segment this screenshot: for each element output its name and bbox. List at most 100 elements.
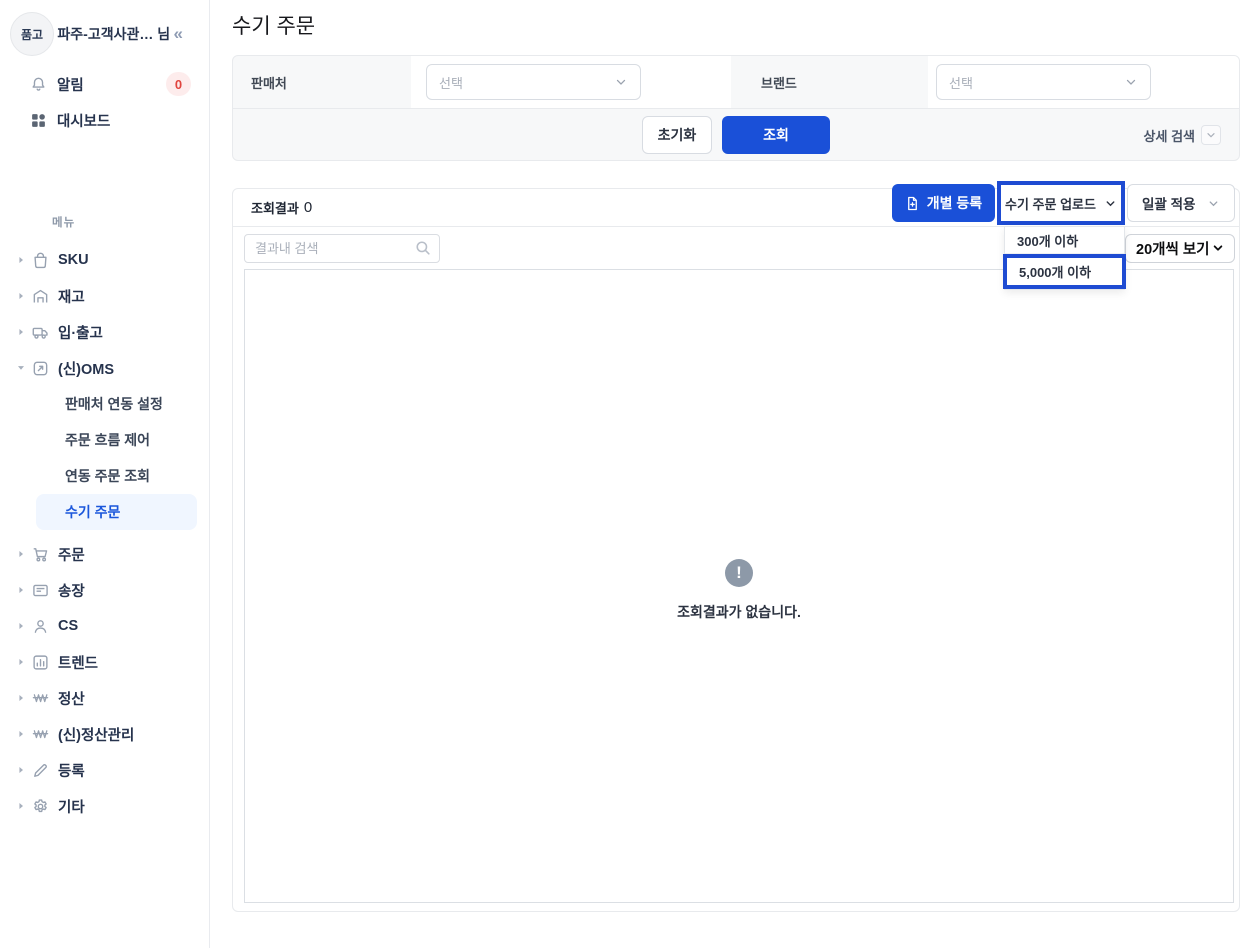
brand-select[interactable]: 선택 xyxy=(936,64,1151,100)
results-actions: 개별 등록 수기 주문 업로드 일괄 적용 xyxy=(892,181,1235,225)
individual-register-label: 개별 등록 xyxy=(926,195,983,211)
caret-right-icon xyxy=(14,585,28,595)
menu-section-label: 메뉴 xyxy=(52,217,76,229)
notifications-label: 알림 xyxy=(57,77,84,94)
sidebar-item-notifications[interactable]: 알림 0 xyxy=(0,66,209,102)
caret-right-icon xyxy=(14,693,28,703)
sidebar-item-invoice[interactable]: 송장 xyxy=(0,572,209,608)
sidebar-item-settlement[interactable]: 정산 xyxy=(0,680,209,716)
sidebar-item-label: 기타 xyxy=(58,799,85,816)
won-icon xyxy=(31,726,49,743)
results-table-area: ! 조회결과가 없습니다. xyxy=(244,269,1234,903)
link-icon xyxy=(31,360,49,377)
sidebar-subitem-manual-order[interactable]: 수기 주문 xyxy=(36,494,197,530)
sidebar-subitem-seller-sync[interactable]: 판매처 연동 설정 xyxy=(36,386,197,422)
filter-actions-row: 초기화 조회 상세 검색 xyxy=(233,108,1239,160)
sidebar-item-cs[interactable]: CS xyxy=(0,608,209,644)
person-icon xyxy=(31,618,49,635)
caret-right-icon xyxy=(14,765,28,775)
empty-results-message: 조회결과가 없습니다. xyxy=(677,604,801,620)
avatar[interactable]: 품고 xyxy=(10,12,54,56)
caret-down-icon xyxy=(14,363,28,373)
oms-submenu: 판매처 연동 설정 주문 흐름 제어 연동 주문 조회 수기 주문 xyxy=(0,386,209,530)
warehouse-icon xyxy=(31,288,49,305)
seller-select-value: 선택 xyxy=(439,75,463,91)
advanced-search-toggle[interactable]: 상세 검색 xyxy=(1144,109,1221,160)
notification-badge: 0 xyxy=(166,72,191,96)
chevron-down-icon xyxy=(1104,197,1117,210)
caret-right-icon xyxy=(14,801,28,811)
chevron-down-icon xyxy=(1201,125,1221,145)
caret-right-icon xyxy=(14,549,28,559)
caret-right-icon xyxy=(14,621,28,631)
sidebar-item-sku[interactable]: SKU xyxy=(0,242,209,278)
chevron-down-icon xyxy=(1124,75,1138,89)
sidebar-item-label: 재고 xyxy=(58,289,85,306)
exclamation-icon: ! xyxy=(725,559,753,587)
page-size-value: 20개씩 보기 xyxy=(1136,241,1210,258)
brand-select-value: 선택 xyxy=(949,75,973,91)
search-icon xyxy=(414,239,432,257)
sidebar-item-orders[interactable]: 주문 xyxy=(0,536,209,572)
sidebar-item-dashboard[interactable]: 대시보드 xyxy=(0,102,209,138)
bell-icon xyxy=(30,76,47,93)
search-button[interactable]: 조회 xyxy=(722,115,830,154)
invoice-icon xyxy=(31,582,49,599)
chevron-down-icon xyxy=(1207,197,1220,210)
results-count-label: 조회결과 xyxy=(251,201,299,216)
results-count-value: 0 xyxy=(303,199,313,216)
sidebar-item-settlement-new[interactable]: (신)정산관리 xyxy=(0,716,209,752)
upload-option-300[interactable]: 300개 이하 xyxy=(1005,227,1124,254)
page-title: 수기 주문 xyxy=(232,15,316,38)
manual-order-upload-button[interactable]: 수기 주문 업로드 xyxy=(1001,185,1121,221)
caret-right-icon xyxy=(14,657,28,667)
results-header: 조회결과 0 개별 등록 수기 주문 업로드 일괄 적용 xyxy=(233,181,1239,227)
individual-register-button[interactable]: 개별 등록 xyxy=(892,184,995,222)
sidebar-collapse-icon[interactable]: « xyxy=(174,24,183,44)
filter-row: 판매처 선택 브랜드 선택 xyxy=(233,56,1239,108)
chevron-down-icon xyxy=(1212,242,1224,254)
annotation-box-upload: 수기 주문 업로드 xyxy=(997,181,1125,225)
sidebar-item-oms[interactable]: (신)OMS xyxy=(0,350,209,386)
reset-button[interactable]: 초기화 xyxy=(642,115,712,154)
results-panel: 조회결과 0 개별 등록 수기 주문 업로드 일괄 적용 300개 이하 5,0… xyxy=(232,181,1240,912)
sidebar-item-etc[interactable]: 기타 xyxy=(0,788,209,824)
bulk-apply-button[interactable]: 일괄 적용 xyxy=(1127,184,1235,222)
sidebar-subitem-linked-orders[interactable]: 연동 주문 조회 xyxy=(36,458,197,494)
caret-right-icon xyxy=(14,291,28,301)
sidebar-item-inventory[interactable]: 재고 xyxy=(0,278,209,314)
pencil-icon xyxy=(31,762,49,779)
gear-icon xyxy=(31,798,49,815)
upload-button-label: 수기 주문 업로드 xyxy=(1005,196,1096,212)
sidebar-item-label: 송장 xyxy=(58,583,85,600)
upload-dropdown-menu: 300개 이하 5,000개 이하 xyxy=(1003,226,1126,290)
chart-icon xyxy=(31,654,49,671)
dashboard-label: 대시보드 xyxy=(57,113,111,130)
seller-filter-label: 판매처 xyxy=(251,75,287,91)
seller-select[interactable]: 선택 xyxy=(426,64,641,100)
results-search xyxy=(244,233,440,263)
filter-panel: 판매처 선택 브랜드 선택 초기화 조회 상세 검색 xyxy=(232,55,1240,161)
truck-icon xyxy=(31,324,49,341)
sidebar-item-label: 정산 xyxy=(58,691,85,708)
sidebar-item-label: 주문 xyxy=(58,547,85,564)
sidebar: 품고 파주-고객사관… 님 « 알림 0 대시보드 메뉴 SKU 재고 입·출고 xyxy=(0,0,210,948)
caret-right-icon xyxy=(14,729,28,739)
results-search-input[interactable] xyxy=(244,233,440,263)
annotation-box-5000: 5,000개 이하 xyxy=(1003,254,1126,289)
bag-icon xyxy=(31,252,49,269)
caret-right-icon xyxy=(14,255,28,265)
sidebar-subitem-order-flow[interactable]: 주문 흐름 제어 xyxy=(36,422,197,458)
upload-option-5000[interactable]: 5,000개 이하 xyxy=(1007,258,1122,285)
sidebar-item-inbound-outbound[interactable]: 입·출고 xyxy=(0,314,209,350)
bulk-apply-label: 일괄 적용 xyxy=(1142,197,1196,212)
chevron-down-icon xyxy=(614,75,628,89)
sidebar-item-label: (신)정산관리 xyxy=(58,727,135,744)
sidebar-item-trend[interactable]: 트렌드 xyxy=(0,644,209,680)
sidebar-item-register[interactable]: 등록 xyxy=(0,752,209,788)
file-plus-icon xyxy=(905,196,920,211)
page-size-select[interactable]: 20개씩 보기 xyxy=(1125,233,1235,263)
caret-right-icon xyxy=(14,327,28,337)
sidebar-header: 품고 파주-고객사관… 님 « xyxy=(0,0,209,66)
sidebar-item-label: (신)OMS xyxy=(58,361,115,378)
